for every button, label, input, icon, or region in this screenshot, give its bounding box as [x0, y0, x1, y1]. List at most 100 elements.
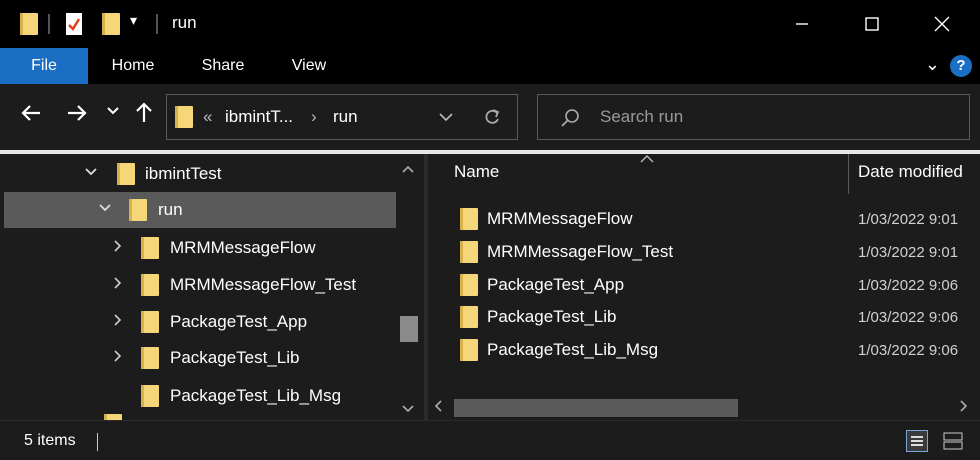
folder-icon [460, 306, 478, 328]
window-title: run [172, 13, 197, 32]
sort-ascending-icon [640, 154, 654, 166]
navigation-bar: « ibmintT... › run Search run [0, 84, 980, 150]
file-date-modified: 1/03/2022 9:06 [858, 342, 959, 359]
tab-view[interactable]: View [276, 48, 342, 84]
tab-home[interactable]: Home [96, 48, 170, 84]
forward-arrow-icon[interactable] [66, 102, 88, 130]
chevron-right-icon[interactable] [112, 349, 124, 368]
tree-item-PackageTest_App[interactable]: PackageTest_App [0, 304, 396, 340]
folder-icon [175, 106, 193, 128]
breadcrumb-ibmintTest[interactable]: ibmintT... [225, 107, 293, 127]
breadcrumb-separator: › [311, 107, 317, 126]
chevron-down-icon[interactable] [84, 165, 98, 184]
breadcrumb-run[interactable]: run [333, 107, 358, 127]
file-row-MRMMessageFlow_Test[interactable]: MRMMessageFlow_Test 1/03/2022 9:01 [428, 236, 980, 268]
toolbar-separator [156, 14, 158, 34]
maximize-button[interactable] [852, 8, 892, 40]
tree-item-run[interactable]: run [4, 192, 396, 228]
file-date-modified: 1/03/2022 9:06 [858, 309, 959, 326]
file-date-modified: 1/03/2022 9:01 [858, 244, 959, 261]
large-icons-view-button[interactable] [942, 430, 964, 452]
large-icons-icon [943, 432, 963, 450]
address-history-chevron-icon[interactable] [439, 109, 453, 127]
customize-toolbar-icon[interactable]: ▾ [130, 12, 137, 29]
tree-item-MRMMessageFlow[interactable]: MRMMessageFlow [0, 230, 396, 266]
tree-item-ibmintTest[interactable]: ibmintTest [0, 156, 396, 192]
scrollbar-thumb[interactable] [454, 399, 738, 417]
back-arrow-icon[interactable] [20, 102, 42, 130]
folder-icon [460, 241, 478, 263]
tree-item-PackageTest_Lib[interactable]: PackageTest_Lib [0, 340, 396, 376]
file-name: PackageTest_Lib_Msg [487, 340, 659, 359]
folder-icon [460, 208, 478, 230]
file-list-horizontal-scrollbar[interactable] [428, 395, 980, 420]
scrollbar-thumb[interactable] [400, 316, 418, 342]
tree-item-label: PackageTest_App [170, 312, 308, 331]
file-row-PackageTest_App[interactable]: PackageTest_App 1/03/2022 9:06 [428, 269, 980, 301]
file-name: MRMMessageFlow_Test [487, 242, 674, 261]
minimize-button[interactable] [782, 8, 822, 40]
title-bar: ▾ run [0, 0, 980, 48]
file-date-modified: 1/03/2022 9:01 [858, 211, 959, 228]
tree-item-label: PackageTest_Lib_Msg [170, 386, 342, 405]
chevron-right-icon[interactable] [112, 313, 124, 332]
close-icon [934, 16, 950, 32]
scroll-up-arrow-icon[interactable] [402, 162, 414, 176]
minimize-icon [796, 23, 808, 25]
item-count: 5 items [24, 432, 76, 449]
column-divider[interactable] [848, 154, 849, 194]
folder-icon [117, 163, 135, 185]
tree-item-MRMMessageFlow_Test[interactable]: MRMMessageFlow_Test [0, 267, 396, 303]
search-input[interactable]: Search run [600, 107, 683, 127]
new-folder-icon[interactable] [102, 13, 120, 35]
folder-icon [141, 274, 159, 296]
status-bar: 5 items [0, 420, 980, 460]
recent-locations-chevron-icon[interactable] [107, 104, 119, 119]
breadcrumb-overflow[interactable]: « [203, 107, 212, 127]
toolbar-separator [48, 14, 50, 34]
folder-icon [460, 274, 478, 296]
file-name: PackageTest_Lib [487, 307, 617, 326]
expand-ribbon-chevron-icon[interactable]: ⌄ [925, 54, 940, 75]
chevron-right-icon[interactable] [112, 276, 124, 295]
file-row-PackageTest_Lib[interactable]: PackageTest_Lib 1/03/2022 9:06 [428, 301, 980, 333]
tree-item-label: MRMMessageFlow_Test [170, 275, 357, 294]
folder-icon [141, 385, 159, 407]
file-row-PackageTest_Lib_Msg[interactable]: PackageTest_Lib_Msg 1/03/2022 9:06 [428, 334, 980, 366]
column-header-name[interactable]: Name [454, 162, 499, 182]
close-button[interactable] [922, 8, 962, 40]
file-date-modified: 1/03/2022 9:06 [858, 277, 959, 294]
tree-item-PackageTest_Lib_Msg[interactable]: PackageTest_Lib_Msg [0, 378, 396, 414]
details-view-button[interactable] [906, 430, 928, 452]
scroll-right-arrow-icon[interactable] [960, 400, 968, 415]
chevron-down-icon[interactable] [98, 201, 112, 220]
properties-icon[interactable] [64, 12, 84, 36]
file-name: PackageTest_App [487, 275, 625, 294]
file-row-MRMMessageFlow[interactable]: MRMMessageFlow 1/03/2022 9:01 [428, 203, 980, 235]
tab-share[interactable]: Share [188, 48, 258, 84]
search-box[interactable]: Search run [537, 94, 970, 140]
scroll-down-arrow-icon[interactable] [402, 402, 414, 416]
folder-icon [129, 199, 147, 221]
chevron-right-icon[interactable] [112, 239, 124, 258]
folder-icon [141, 311, 159, 333]
refresh-icon[interactable] [483, 107, 501, 132]
tree-item-label: ibmintTest [145, 164, 222, 183]
ribbon-tabs: File Home Share View ⌄ ? [0, 48, 980, 84]
folder-icon [460, 339, 478, 361]
tree-item-label: PackageTest_Lib [170, 348, 300, 367]
help-button[interactable]: ? [950, 55, 972, 77]
folder-icon [141, 347, 159, 369]
up-arrow-icon[interactable] [134, 100, 154, 131]
tab-file[interactable]: File [0, 48, 88, 84]
maximize-icon [865, 17, 879, 31]
navigation-pane-scrollbar[interactable] [397, 154, 421, 420]
folder-icon [20, 13, 38, 35]
address-bar[interactable]: « ibmintT... › run [166, 94, 518, 140]
file-name: MRMMessageFlow [487, 209, 633, 228]
tree-item-label: MRMMessageFlow [170, 238, 316, 257]
scroll-left-arrow-icon[interactable] [434, 400, 442, 415]
column-header-date-modified[interactable]: Date modified [858, 162, 963, 182]
search-icon [560, 108, 580, 133]
navigation-pane: ibmintTest run MRMMessageFlow MRMMessage… [0, 154, 424, 420]
